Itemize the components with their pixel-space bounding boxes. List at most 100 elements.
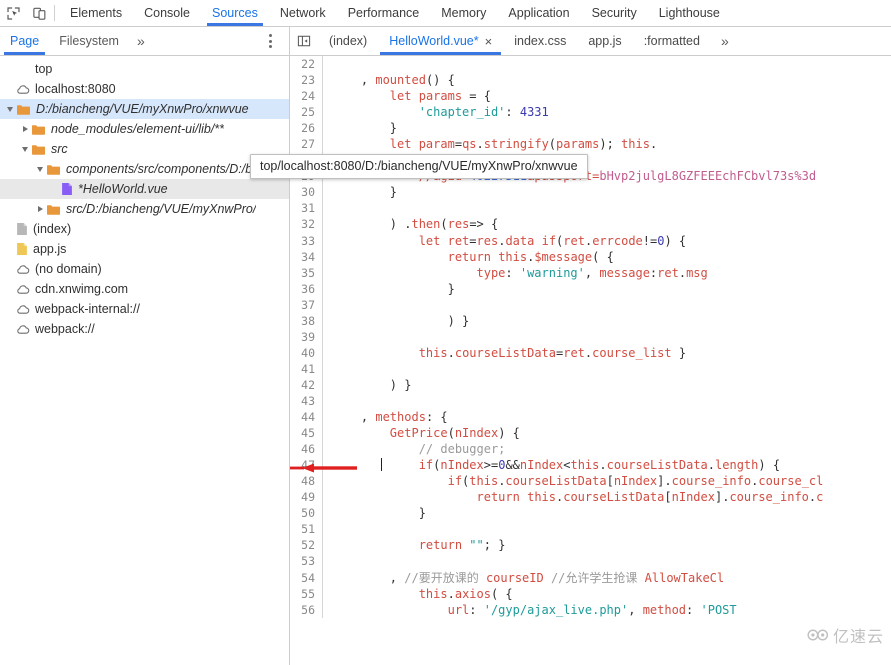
line-number[interactable]: 40 — [290, 345, 323, 361]
code-line[interactable]: 27 let param=qs.stringify(params); this. — [290, 136, 891, 152]
line-number[interactable]: 37 — [290, 297, 323, 313]
line-number[interactable]: 35 — [290, 265, 323, 281]
tree-item[interactable]: src — [0, 139, 289, 159]
show-navigator-icon[interactable] — [290, 27, 318, 55]
code-line[interactable]: 45 GetPrice(nIndex) { — [290, 425, 891, 441]
code-line[interactable]: 50 } — [290, 505, 891, 521]
line-number[interactable]: 48 — [290, 473, 323, 489]
code-line[interactable]: 39 — [290, 329, 891, 345]
line-number[interactable]: 42 — [290, 377, 323, 393]
code-line[interactable]: 46 // debugger; — [290, 441, 891, 457]
tab-security[interactable]: Security — [581, 0, 648, 26]
line-number[interactable]: 53 — [290, 553, 323, 569]
code-line[interactable]: 23 , mounted() { — [290, 72, 891, 88]
editor-tab-formatted[interactable]: :formatted — [633, 27, 711, 55]
tab-lighthouse[interactable]: Lighthouse — [648, 0, 731, 26]
tree-item[interactable]: components/src/components/D:/b — [0, 159, 289, 179]
line-number[interactable]: 38 — [290, 313, 323, 329]
navigator-more-tabs-button[interactable]: » — [129, 27, 153, 55]
code-line[interactable]: 42 ) } — [290, 377, 891, 393]
code-line[interactable]: 26 } — [290, 120, 891, 136]
code-line[interactable]: 55 this.axios( { — [290, 586, 891, 602]
tab-memory[interactable]: Memory — [430, 0, 497, 26]
line-number[interactable]: 24 — [290, 88, 323, 104]
code-line[interactable]: 49 return this.courseListData[nIndex].co… — [290, 489, 891, 505]
chevron-down-icon[interactable] — [4, 103, 16, 115]
line-number[interactable]: 33 — [290, 233, 323, 249]
code-line[interactable]: 53 — [290, 553, 891, 569]
code-line[interactable]: 34 return this.$message( { — [290, 249, 891, 265]
code-line[interactable]: 25 'chapter_id': 4331 — [290, 104, 891, 120]
code-line[interactable]: 22 — [290, 56, 891, 72]
navtab-page[interactable]: Page — [0, 27, 49, 55]
line-number[interactable]: 56 — [290, 602, 323, 618]
line-number[interactable]: 27 — [290, 136, 323, 152]
line-number[interactable]: 44 — [290, 409, 323, 425]
line-number[interactable]: 49 — [290, 489, 323, 505]
code-line[interactable]: 44 , methods: { — [290, 409, 891, 425]
code-line[interactable]: 52 return ""; } — [290, 537, 891, 553]
code-line[interactable]: 33 let ret=res.data if(ret.errcode!=0) { — [290, 233, 891, 249]
code-line[interactable]: 32 ) .then(res=> { — [290, 216, 891, 232]
tree-item[interactable]: node_modules/element-ui/lib/** — [0, 119, 289, 139]
chevron-right-icon[interactable] — [19, 123, 31, 135]
line-number[interactable]: 23 — [290, 72, 323, 88]
editor-tab-index-css[interactable]: index.css — [503, 27, 577, 55]
tree-item[interactable]: app.js — [0, 239, 289, 259]
line-number[interactable]: 31 — [290, 200, 323, 216]
line-number[interactable]: 36 — [290, 281, 323, 297]
line-number[interactable]: 52 — [290, 537, 323, 553]
close-icon[interactable]: × — [485, 35, 493, 48]
tree-item[interactable]: webpack-internal:// — [0, 299, 289, 319]
line-number[interactable]: 41 — [290, 361, 323, 377]
code-line[interactable]: 51 — [290, 521, 891, 537]
line-number[interactable]: 46 — [290, 441, 323, 457]
tree-item[interactable]: (index) — [0, 219, 289, 239]
chevron-down-icon[interactable] — [34, 163, 46, 175]
chevron-down-icon[interactable] — [19, 143, 31, 155]
tree-item[interactable]: D:/biancheng/VUE/myXnwPro/xnwvue — [0, 99, 289, 119]
code-line[interactable]: 41 — [290, 361, 891, 377]
more-options-button[interactable] — [263, 31, 277, 51]
line-number[interactable]: 25 — [290, 104, 323, 120]
tree-item[interactable]: webpack:// — [0, 319, 289, 339]
code-line[interactable]: 37 — [290, 297, 891, 313]
code-line[interactable]: 31 — [290, 200, 891, 216]
tab-application[interactable]: Application — [497, 0, 580, 26]
code-line[interactable]: 54 , //要开放课的 courseID //允许学生抢课 AllowTake… — [290, 570, 891, 586]
navigator-file-tree[interactable]: toplocalhost:8080D:/biancheng/VUE/myXnwP… — [0, 56, 290, 665]
tree-item[interactable]: (no domain) — [0, 259, 289, 279]
line-number[interactable]: 50 — [290, 505, 323, 521]
tab-performance[interactable]: Performance — [337, 0, 431, 26]
line-number[interactable]: 45 — [290, 425, 323, 441]
tree-item[interactable]: *HelloWorld.vue — [0, 179, 289, 199]
code-line[interactable]: 30 } — [290, 184, 891, 200]
line-number[interactable]: 30 — [290, 184, 323, 200]
tree-item[interactable]: src/D:/biancheng/VUE/myXnwPro/ — [0, 199, 289, 219]
editor-tab-helloworld-vue[interactable]: HelloWorld.vue* × — [378, 27, 503, 55]
editor-tab-index[interactable]: (index) — [318, 27, 378, 55]
code-line[interactable]: 56 url: '/gyp/ajax_live.php', method: 'P… — [290, 602, 891, 618]
navtab-filesystem[interactable]: Filesystem — [49, 27, 129, 55]
code-line[interactable]: 35 type: 'warning', message:ret.msg — [290, 265, 891, 281]
tree-item[interactable]: cdn.xnwimg.com — [0, 279, 289, 299]
line-number[interactable]: 39 — [290, 329, 323, 345]
code-line[interactable]: 36 } — [290, 281, 891, 297]
code-line[interactable]: 38 ) } — [290, 313, 891, 329]
tab-elements[interactable]: Elements — [59, 0, 133, 26]
line-number[interactable]: 22 — [290, 56, 323, 72]
code-line[interactable]: 47 if(nIndex>=0&&nIndex<this.courseListD… — [290, 457, 891, 473]
tab-network[interactable]: Network — [269, 0, 337, 26]
line-number[interactable]: 26 — [290, 120, 323, 136]
code-line[interactable]: 24 let params = { — [290, 88, 891, 104]
line-number[interactable]: 51 — [290, 521, 323, 537]
line-number[interactable]: 32 — [290, 216, 323, 232]
source-code-editor[interactable]: 2223 , mounted() {24 let params = {25 'c… — [290, 56, 891, 665]
tab-sources[interactable]: Sources — [201, 0, 269, 26]
code-line[interactable]: 48 if(this.courseListData[nIndex].course… — [290, 473, 891, 489]
line-number[interactable]: 54 — [290, 570, 323, 586]
code-line[interactable]: 40 this.courseListData=ret.course_list } — [290, 345, 891, 361]
editor-tab-app-js[interactable]: app.js — [577, 27, 632, 55]
tree-item[interactable]: top — [0, 59, 289, 79]
line-number[interactable]: 43 — [290, 393, 323, 409]
